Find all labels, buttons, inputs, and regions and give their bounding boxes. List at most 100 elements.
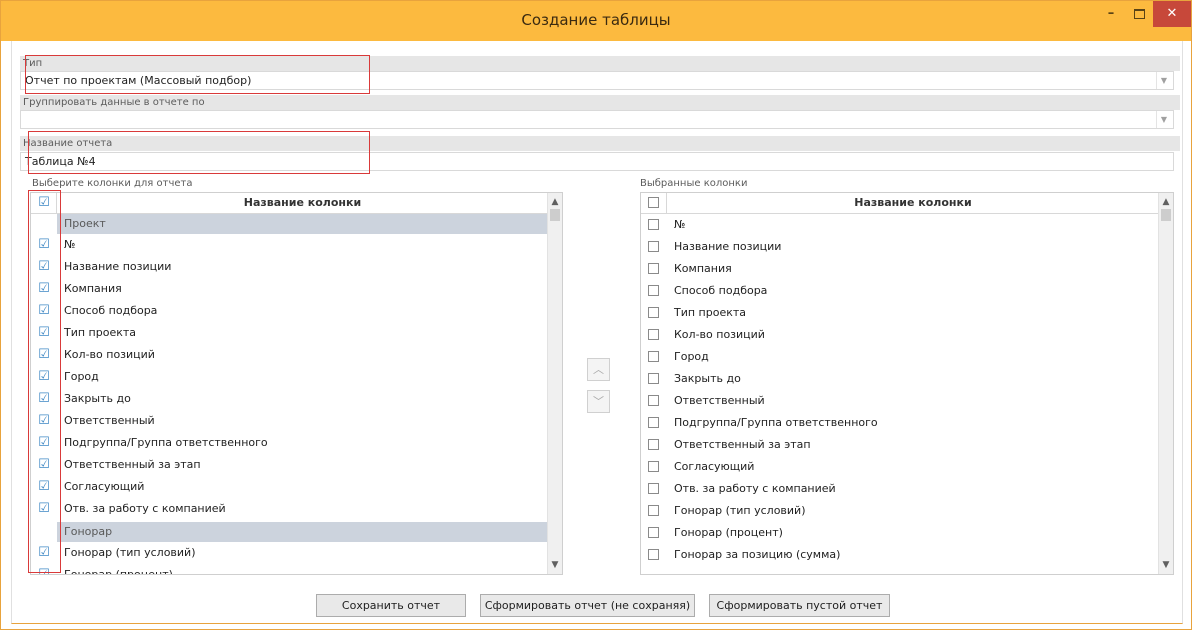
list-item[interactable]: Согласующий xyxy=(641,456,1159,478)
list-item[interactable]: Ответственный xyxy=(641,390,1159,412)
list-item[interactable]: Закрыть до xyxy=(641,368,1159,390)
scroll-up-icon[interactable]: ▲ xyxy=(1159,195,1173,209)
checkbox-icon[interactable] xyxy=(648,307,659,318)
list-item-label: Ответственный за этап xyxy=(674,438,811,451)
list-item-label: Гонорар за позицию (сумма) xyxy=(674,548,841,561)
list-item[interactable]: Кол-во позиций xyxy=(641,324,1159,346)
checkbox-column-highlight xyxy=(28,190,61,573)
maximize-button[interactable] xyxy=(1125,1,1153,27)
checkbox-icon[interactable] xyxy=(648,329,659,340)
list-item-label: Компания xyxy=(674,262,732,275)
list-item[interactable]: Гонорар (процент) xyxy=(641,522,1159,544)
list-item[interactable]: Подгруппа/Группа ответственного xyxy=(641,412,1159,434)
list-item[interactable]: Тип проекта xyxy=(641,302,1159,324)
list-item-label: Гонорар (процент) xyxy=(674,526,783,539)
chevron-down-icon[interactable]: ▼ xyxy=(1156,72,1171,89)
window-title: Создание таблицы xyxy=(521,11,671,29)
list-item[interactable]: ☑ Кол-во позиций xyxy=(31,344,548,366)
list-item[interactable]: ☑ Ответственный xyxy=(31,410,548,432)
list-item[interactable]: Компания xyxy=(641,258,1159,280)
list-item[interactable]: ☑ Гонорар (процент) xyxy=(31,564,548,575)
group-label: Группировать данные в отчете по xyxy=(20,95,1180,110)
group-label-proekt: Проект xyxy=(64,217,106,230)
checkbox-icon[interactable] xyxy=(648,527,659,538)
group-dropdown[interactable]: ▼ xyxy=(20,110,1174,129)
list-item[interactable]: ☑ Согласующий xyxy=(31,476,548,498)
list-item-label: Ответственный xyxy=(64,414,155,427)
close-button[interactable]: ✕ xyxy=(1153,1,1191,27)
checkbox-icon[interactable] xyxy=(648,219,659,230)
checkbox-icon[interactable] xyxy=(648,549,659,560)
available-columns-label: Выберите колонки для отчета xyxy=(32,178,193,189)
list-item[interactable]: ☑ Гонорар (тип условий) xyxy=(31,542,548,564)
list-item-label: Способ подбора xyxy=(674,284,768,297)
list-item-label: Тип проекта xyxy=(64,326,137,339)
list-header: ☑ Название колонки xyxy=(31,193,548,214)
list-item[interactable]: № xyxy=(641,214,1159,236)
list-header: Название колонки xyxy=(641,193,1159,214)
list-item[interactable]: Название позиции xyxy=(641,236,1159,258)
scroll-thumb[interactable] xyxy=(1161,209,1171,221)
list-item[interactable]: ☑ Тип проекта xyxy=(31,322,548,344)
list-item[interactable]: ☑ Компания xyxy=(31,278,548,300)
selected-columns-label: Выбранные колонки xyxy=(640,178,748,189)
list-item[interactable]: Гонорар за позицию (сумма) xyxy=(641,544,1159,566)
checkbox-icon[interactable] xyxy=(648,285,659,296)
list-item-label: Тип проекта xyxy=(674,306,747,319)
list-item[interactable]: ☑ Город xyxy=(31,366,548,388)
type-highlight xyxy=(25,55,370,94)
scroll-up-icon[interactable]: ▲ xyxy=(548,195,562,209)
move-up-button[interactable]: ︿ xyxy=(587,358,610,381)
scroll-down-icon[interactable]: ▼ xyxy=(548,558,562,572)
list-item-label: Согласующий xyxy=(674,460,755,473)
scroll-down-icon[interactable]: ▼ xyxy=(1159,558,1173,572)
list-item[interactable]: ☑ Подгруппа/Группа ответственного xyxy=(31,432,548,454)
list-item[interactable]: ☑ Способ подбора xyxy=(31,300,548,322)
list-item[interactable]: ☑ Название позиции xyxy=(31,256,548,278)
list-item[interactable]: Гонорар (тип условий) xyxy=(641,500,1159,522)
empty-report-button[interactable]: Сформировать пустой отчет xyxy=(709,594,890,617)
list-item-label: Название позиции xyxy=(674,240,782,253)
list-item-label: Отв. за работу с компанией xyxy=(674,482,836,495)
checkbox-icon[interactable] xyxy=(648,395,659,406)
group-label-gonorar: Гонорар xyxy=(64,525,113,538)
generate-report-button[interactable]: Сформировать отчет (не сохраняя) xyxy=(480,594,695,617)
list-item[interactable]: Город xyxy=(641,346,1159,368)
checkbox-icon[interactable] xyxy=(648,241,659,252)
list-item-label: Подгруппа/Группа ответственного xyxy=(64,436,268,449)
list-item[interactable]: Отв. за работу с компанией xyxy=(641,478,1159,500)
checkbox-icon[interactable] xyxy=(648,263,659,274)
group-row-proekt: Проект xyxy=(57,214,548,234)
save-report-button[interactable]: Сохранить отчет xyxy=(316,594,466,617)
minimize-button[interactable]: – xyxy=(1097,1,1125,27)
checkbox-icon[interactable] xyxy=(648,351,659,362)
selected-columns-list[interactable]: Название колонки № Название позиции Комп… xyxy=(640,192,1174,575)
checkbox-icon[interactable] xyxy=(648,461,659,472)
move-down-button[interactable]: ﹀ xyxy=(587,390,610,413)
column-header: Название колонки xyxy=(243,196,362,209)
list-item-label: Способ подбора xyxy=(64,304,158,317)
scroll-thumb[interactable] xyxy=(550,209,560,221)
list-item[interactable]: Ответственный за этап xyxy=(641,434,1159,456)
list-item[interactable]: ☑ Закрыть до xyxy=(31,388,548,410)
checkbox-icon[interactable] xyxy=(648,373,659,384)
select-all-cell[interactable] xyxy=(641,193,667,213)
list-item[interactable]: ☑ Ответственный за этап xyxy=(31,454,548,476)
chevron-down-icon[interactable]: ▼ xyxy=(1156,111,1171,128)
available-columns-list[interactable]: ☑ Название колонки Проект ☑ № ☑ Название п… xyxy=(30,192,563,575)
list-item[interactable]: Способ подбора xyxy=(641,280,1159,302)
list-item-label: Закрыть до xyxy=(64,392,131,405)
title-bar[interactable]: Создание таблицы – ✕ xyxy=(1,1,1191,41)
list-item[interactable]: ☑ № xyxy=(31,234,548,256)
scrollbar[interactable]: ▲ ▼ xyxy=(547,193,562,574)
checkbox-icon[interactable] xyxy=(648,197,659,208)
checkbox-icon[interactable] xyxy=(648,439,659,450)
checkbox-icon[interactable] xyxy=(648,483,659,494)
list-item-label: Ответственный xyxy=(674,394,765,407)
checkbox-icon[interactable] xyxy=(648,417,659,428)
list-item[interactable]: ☑ Отв. за работу с компанией xyxy=(31,498,548,520)
chevron-down-icon: ﹀ xyxy=(593,395,604,408)
checkbox-icon[interactable] xyxy=(648,505,659,516)
scrollbar[interactable]: ▲ ▼ xyxy=(1158,193,1173,574)
list-item-label: Компания xyxy=(64,282,122,295)
